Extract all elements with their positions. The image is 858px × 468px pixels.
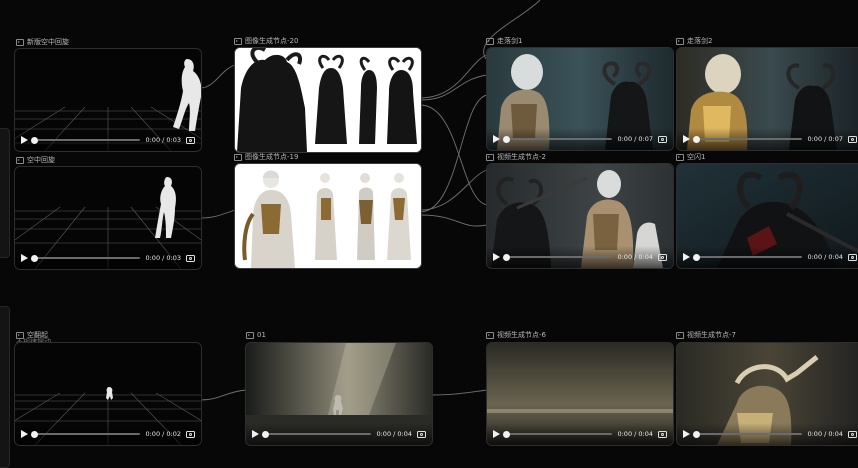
left-edge-handle-lower[interactable] bbox=[0, 306, 10, 468]
progress-knob[interactable] bbox=[693, 135, 700, 143]
video-node-n5[interactable]: 0:00 / 0:07 bbox=[486, 47, 674, 151]
video-node-n6[interactable]: 0:00 / 0:07 bbox=[676, 47, 858, 151]
progress-bar[interactable] bbox=[262, 430, 372, 438]
play-icon[interactable] bbox=[493, 253, 500, 261]
node-title-n3[interactable]: 图像生成节点-20 bbox=[234, 37, 298, 46]
progress-bar[interactable] bbox=[31, 254, 141, 262]
camera-icon[interactable] bbox=[848, 430, 857, 438]
progress-knob[interactable] bbox=[31, 254, 38, 262]
video-icon bbox=[486, 38, 494, 45]
video-node-n12[interactable]: 0:00 / 0:04 bbox=[676, 342, 858, 446]
play-icon[interactable] bbox=[21, 254, 28, 262]
node-title-n8[interactable]: 空闪1 bbox=[676, 153, 705, 162]
left-edge-handle[interactable] bbox=[0, 128, 10, 258]
video-node-n1[interactable]: 0:00 / 0:03 bbox=[14, 48, 202, 152]
image-node-n3[interactable] bbox=[234, 47, 422, 153]
progress-bar[interactable] bbox=[31, 430, 141, 438]
video-node-n2[interactable]: 0:00 / 0:03 bbox=[14, 166, 202, 270]
camera-icon[interactable] bbox=[417, 430, 426, 438]
video-node-n7[interactable]: 0:00 / 0:04 bbox=[486, 163, 674, 269]
play-icon[interactable] bbox=[683, 135, 690, 143]
progress-knob[interactable] bbox=[503, 430, 510, 438]
progress-bar[interactable] bbox=[503, 135, 613, 143]
play-icon[interactable] bbox=[21, 136, 28, 144]
video-icon bbox=[16, 157, 24, 164]
camera-icon[interactable] bbox=[848, 253, 857, 261]
video-node-n8[interactable]: 0:00 / 0:04 bbox=[676, 163, 858, 269]
character-sheet-dark bbox=[235, 48, 421, 152]
node-title-n7[interactable]: 视频生成节点-2 bbox=[486, 153, 546, 162]
progress-knob[interactable] bbox=[31, 136, 38, 144]
progress-bar[interactable] bbox=[31, 136, 141, 144]
video-node-n10[interactable]: 0:00 / 0:04 bbox=[245, 342, 433, 446]
video-icon bbox=[676, 332, 684, 339]
play-icon[interactable] bbox=[493, 430, 500, 438]
character-sheet-light bbox=[235, 164, 421, 268]
node-title-n6[interactable]: 走落剑2 bbox=[676, 37, 712, 46]
progress-bar[interactable] bbox=[693, 430, 803, 438]
camera-icon[interactable] bbox=[186, 430, 195, 438]
play-icon[interactable] bbox=[252, 430, 259, 438]
image-icon bbox=[234, 38, 242, 45]
video-icon bbox=[676, 154, 684, 161]
node-title-n1[interactable]: 新版空中回旋 bbox=[16, 38, 69, 47]
camera-icon[interactable] bbox=[658, 253, 667, 261]
progress-bar[interactable] bbox=[693, 253, 803, 261]
camera-icon[interactable] bbox=[848, 135, 857, 143]
video-icon bbox=[486, 332, 494, 339]
play-icon[interactable] bbox=[683, 253, 690, 261]
progress-bar[interactable] bbox=[503, 430, 613, 438]
play-icon[interactable] bbox=[493, 135, 500, 143]
video-node-n11[interactable]: 0:00 / 0:04 bbox=[486, 342, 674, 446]
camera-icon[interactable] bbox=[658, 430, 667, 438]
video-icon bbox=[486, 154, 494, 161]
node-title-n10[interactable]: 01 bbox=[246, 331, 266, 340]
node-title-n4[interactable]: 图像生成节点-19 bbox=[234, 153, 298, 162]
progress-bar[interactable] bbox=[503, 253, 613, 261]
progress-knob[interactable] bbox=[262, 430, 269, 438]
play-icon[interactable] bbox=[21, 430, 28, 438]
video-node-n9[interactable]: 0:00 / 0:02 bbox=[14, 342, 202, 446]
progress-knob[interactable] bbox=[31, 430, 38, 438]
node-title-n12[interactable]: 视频生成节点-7 bbox=[676, 331, 736, 340]
video-icon bbox=[246, 332, 254, 339]
progress-knob[interactable] bbox=[503, 253, 510, 261]
node-title-n2[interactable]: 空中回旋 bbox=[16, 156, 55, 165]
video-icon bbox=[676, 38, 684, 45]
node-title-n5[interactable]: 走落剑1 bbox=[486, 37, 522, 46]
image-node-n4[interactable] bbox=[234, 163, 422, 269]
camera-icon[interactable] bbox=[186, 136, 195, 144]
progress-knob[interactable] bbox=[693, 430, 700, 438]
play-icon[interactable] bbox=[683, 430, 690, 438]
video-icon bbox=[16, 39, 24, 46]
camera-icon[interactable] bbox=[186, 254, 195, 262]
node-title-n11[interactable]: 视频生成节点-6 bbox=[486, 331, 546, 340]
progress-knob[interactable] bbox=[693, 253, 700, 261]
progress-knob[interactable] bbox=[503, 135, 510, 143]
camera-icon[interactable] bbox=[658, 135, 667, 143]
progress-bar[interactable] bbox=[693, 135, 803, 143]
image-icon bbox=[234, 154, 242, 161]
